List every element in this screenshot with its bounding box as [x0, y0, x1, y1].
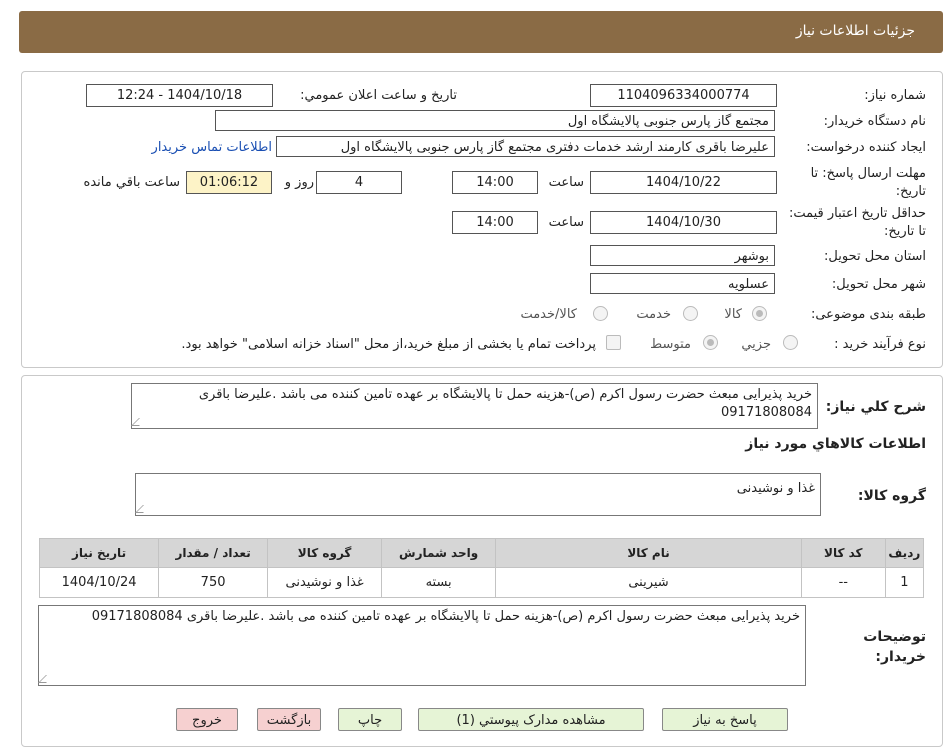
table-cell: 1 [884, 567, 925, 598]
resize-grip-icon [135, 505, 151, 513]
buyer-notes-textarea[interactable]: خرید پذیرایی مبعث حضرت رسول اکرم (ص)-هزی… [38, 605, 806, 686]
validity-label: حداقل تاریخ اعتبار قیمت: تا تاریخ: [788, 206, 926, 239]
buyer-org-field: مجتمع گاز پارس جنوبی پالایشگاه اول [215, 110, 775, 131]
validity-time-label: ساعت [548, 215, 584, 230]
province-label: استان محل تحویل: [824, 249, 926, 264]
category-radio-service[interactable] [683, 306, 698, 321]
remaining-time-label: ساعت باقي مانده [83, 175, 180, 190]
process-option-medium: متوسط [650, 337, 691, 352]
city-label: شهر محل تحویل: [831, 277, 926, 292]
goods-info-title: اطلاعات کالاهاي مورد نیاز [745, 436, 926, 452]
table-cell: غذا و نوشیدنی [267, 567, 383, 598]
table-header-row: ردیف کد کالا نام کالا واحد شمارش گروه کا… [38, 538, 925, 568]
announce-label: تاریخ و ساعت اعلان عمومي: [300, 88, 457, 103]
table-cell: شیرینی [495, 567, 802, 598]
page-header: جزئیات اطلاعات نیاز [19, 11, 943, 53]
back-button[interactable]: بازگشت [257, 708, 321, 731]
table-row: 1 -- شیرینی بسته غذا و نوشیدنی 750 1404/… [38, 567, 925, 598]
announce-datetime-field: 1404/10/18 - 12:24 [86, 84, 273, 107]
table-cell: -- [800, 567, 886, 598]
summary-text: خرید پذیرایی مبعث حضرت رسول اکرم (ص)-هزی… [198, 387, 812, 420]
buyer-contact-link[interactable]: اطلاعات تماس خریدار [152, 140, 272, 155]
deadline-date-field: 1404/10/22 [590, 171, 777, 194]
deadline-time-label: ساعت [548, 175, 584, 190]
table-cell: بسته [381, 567, 497, 598]
table-header-cell: ردیف [884, 538, 925, 568]
goods-group-textarea[interactable]: غذا و نوشیدنی [135, 473, 821, 516]
treasury-payment-note: پرداخت تمام یا بخشی از مبلغ خرید،از محل … [181, 337, 596, 352]
table-cell: 750 [158, 567, 269, 598]
deadline-label: مهلت ارسال پاسخ: تا تاریخ: [810, 166, 926, 199]
summary-textarea[interactable]: خرید پذیرایی مبعث حضرت رسول اکرم (ص)-هزی… [131, 383, 818, 429]
process-radio-minor[interactable] [783, 335, 798, 350]
table-header-cell: تاریخ نیاز [38, 538, 160, 568]
page-title: جزئیات اطلاعات نیاز [795, 23, 915, 39]
requester-field: علیرضا باقری کارمند ارشد خدمات دفتری مجت… [276, 136, 775, 157]
table-header-cell: گروه کالا [267, 538, 383, 568]
reply-button[interactable]: پاسخ به نیاز [662, 708, 788, 731]
goods-table: ردیف کد کالا نام کالا واحد شمارش گروه کا… [38, 538, 925, 598]
process-option-minor: جزیي [741, 337, 771, 352]
table-header-cell: واحد شمارش [381, 538, 497, 568]
category-option-goods-service: کالا/خدمت [520, 307, 577, 322]
category-option-goods: کالا [724, 307, 742, 322]
goods-group-value: غذا و نوشیدنی [736, 481, 815, 496]
table-cell: 1404/10/24 [38, 567, 160, 598]
process-radio-medium[interactable] [703, 335, 718, 350]
print-button[interactable]: چاپ [338, 708, 402, 731]
exit-button[interactable]: خروج [176, 708, 238, 731]
buyer-notes-text: خرید پذیرایی مبعث حضرت رسول اکرم (ص)-هزی… [91, 609, 800, 624]
days-label: روز و [284, 175, 314, 190]
summary-label: شرح کلي نیاز: [825, 399, 926, 415]
city-field: عسلویه [590, 273, 775, 294]
province-field: بوشهر [590, 245, 775, 266]
need-number-label: شماره نیاز: [864, 88, 926, 103]
table-header-cell: کد کالا [800, 538, 886, 568]
deadline-time-field: 14:00 [452, 171, 538, 194]
category-option-service: خدمت [636, 307, 671, 322]
remaining-time-field: 01:06:12 [186, 171, 272, 194]
process-label: نوع فرآیند خرید : [834, 337, 926, 352]
resize-grip-icon [38, 675, 54, 683]
validity-date-field: 1404/10/30 [590, 211, 777, 234]
requester-label: ایجاد کننده درخواست: [806, 140, 926, 155]
table-header-cell: تعداد / مقدار [158, 538, 269, 568]
category-radio-goods-service[interactable] [593, 306, 608, 321]
resize-grip-icon [131, 418, 147, 426]
days-remaining-field: 4 [316, 171, 402, 194]
category-label: طبقه بندی موضوعی: [810, 307, 926, 322]
view-attachments-button[interactable]: مشاهده مدارک پیوستي (1) [418, 708, 644, 731]
category-radio-goods[interactable] [752, 306, 767, 321]
table-header-cell: نام کالا [495, 538, 802, 568]
treasury-payment-checkbox[interactable] [606, 335, 621, 350]
validity-time-field: 14:00 [452, 211, 538, 234]
need-number-field: 1104096334000774 [590, 84, 777, 107]
goods-group-label: گروه کالا: [857, 488, 926, 504]
buyer-org-label: نام دستگاه خریدار: [823, 114, 926, 129]
buyer-notes-label: توضیحات خریدار: [863, 629, 926, 665]
